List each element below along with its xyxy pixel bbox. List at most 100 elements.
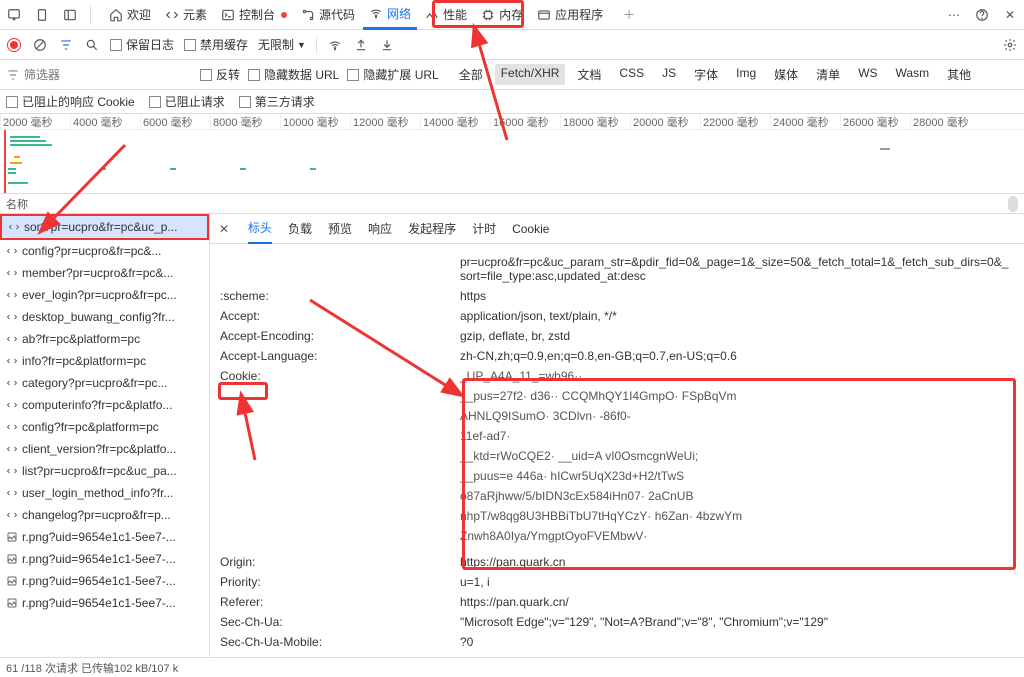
tab-wifi[interactable]: 网络 (363, 0, 417, 30)
block-checkbox[interactable]: 已阻止请求 (149, 93, 225, 110)
throttling-select[interactable]: 无限制▼ (258, 36, 306, 53)
inspect-icon[interactable] (6, 7, 22, 23)
record-button[interactable] (6, 37, 22, 53)
app-icon (537, 8, 551, 22)
header-row: Sec-Ch-Ua:"Microsoft Edge";v="129", "Not… (210, 612, 1024, 632)
request-row[interactable]: r.png?uid=9654e1c1-5ee7-... (0, 548, 209, 570)
divider (316, 37, 317, 53)
detail-tab-3[interactable]: 响应 (368, 214, 392, 244)
chip-其他[interactable]: 其他 (941, 64, 977, 85)
filter-input-wrap[interactable] (6, 68, 84, 82)
hide-data-url-checkbox[interactable]: 隐藏数据 URL (248, 66, 339, 83)
tab-home[interactable]: 欢迎 (103, 0, 157, 30)
more-icon[interactable]: ⋯ (946, 7, 962, 23)
request-row[interactable]: r.png?uid=9654e1c1-5ee7-... (0, 592, 209, 614)
device-icon[interactable] (34, 7, 50, 23)
close-detail-icon[interactable]: ✕ (216, 221, 232, 237)
clear-icon[interactable] (32, 37, 48, 53)
request-row[interactable]: ab?fr=pc&platform=pc (0, 328, 209, 350)
block-checkbox[interactable]: 已阻止的响应 Cookie (6, 93, 135, 110)
chip-文档[interactable]: 文档 (571, 64, 607, 85)
chip-Img[interactable]: Img (730, 64, 762, 85)
tab-source[interactable]: 源代码 (295, 0, 361, 30)
block-options: 已阻止的响应 Cookie 已阻止请求第三方请求 (0, 90, 1024, 114)
timeline-tick: 12000 毫秒 (350, 114, 420, 129)
script-icon (6, 487, 18, 499)
type-filter-chips: 全部 Fetch/XHR文档 CSS JS 字体 Img 媒体清单 WS Wasm其他 (453, 64, 977, 85)
tab-console[interactable]: 控制台 (215, 0, 293, 30)
chip-CSS[interactable]: CSS (613, 64, 650, 85)
chip-JS[interactable]: JS (656, 64, 682, 85)
chip-字体[interactable]: 字体 (688, 64, 724, 85)
header-row: pr=ucpro&fr=pc&uc_param_str=&pdir_fid=0&… (210, 252, 1024, 286)
script-icon (6, 465, 18, 477)
upload-icon[interactable] (353, 37, 369, 53)
detail-tab-1[interactable]: 负载 (288, 214, 312, 244)
panel-icon[interactable] (62, 7, 78, 23)
request-row[interactable]: category?pr=ucpro&fr=pc... (0, 372, 209, 394)
chip-清单[interactable]: 清单 (810, 64, 846, 85)
plus-icon[interactable]: ＋ (621, 7, 637, 23)
wifi-icon (369, 6, 383, 20)
detail-tab-4[interactable]: 发起程序 (408, 214, 456, 244)
script-icon (6, 509, 18, 521)
request-row[interactable]: info?fr=pc&platform=pc (0, 350, 209, 372)
request-row[interactable]: desktop_buwang_config?fr... (0, 306, 209, 328)
request-row[interactable]: ever_login?pr=ucpro&fr=pc... (0, 284, 209, 306)
requests-list[interactable]: sort?pr=ucpro&fr=pc&uc_p...config?pr=ucp… (0, 214, 210, 657)
header-row: Priority:u=1, i (210, 572, 1024, 592)
timeline-tick: 8000 毫秒 (210, 114, 280, 129)
header-row: Referer:https://pan.quark.cn/ (210, 592, 1024, 612)
detail-tab-2[interactable]: 预览 (328, 214, 352, 244)
request-row[interactable]: changelog?pr=ucpro&fr=p... (0, 504, 209, 526)
tab-app[interactable]: 应用程序 (531, 0, 609, 30)
block-checkbox[interactable]: 第三方请求 (239, 93, 315, 110)
chip-Fetch/XHR[interactable]: Fetch/XHR (495, 64, 566, 85)
settings-icon[interactable] (1002, 37, 1018, 53)
request-row[interactable]: list?pr=ucpro&fr=pc&uc_pa... (0, 460, 209, 482)
script-icon (6, 267, 18, 279)
request-row[interactable]: config?fr=pc&platform=pc (0, 416, 209, 438)
request-row[interactable]: client_version?fr=pc&platfo... (0, 438, 209, 460)
keep-log-checkbox[interactable]: 保留日志 (110, 36, 174, 53)
filter-toggle-icon[interactable] (58, 37, 74, 53)
request-row[interactable]: member?pr=ucpro&fr=pc&... (0, 262, 209, 284)
timeline[interactable]: 2000 毫秒4000 毫秒6000 毫秒8000 毫秒10000 毫秒1200… (0, 114, 1024, 194)
chip-Wasm[interactable]: Wasm (890, 64, 936, 85)
hide-ext-url-checkbox[interactable]: 隐藏扩展 URL (347, 66, 438, 83)
request-row[interactable]: r.png?uid=9654e1c1-5ee7-... (0, 570, 209, 592)
request-row[interactable]: sort?pr=ucpro&fr=pc&uc_p... (0, 214, 209, 240)
detail-tab-6[interactable]: Cookie (512, 214, 549, 244)
source-icon (301, 8, 315, 22)
invert-checkbox[interactable]: 反转 (200, 66, 240, 83)
chip-媒体[interactable]: 媒体 (768, 64, 804, 85)
disable-cache-checkbox[interactable]: 禁用缓存 (184, 36, 248, 53)
scrollbar[interactable] (1008, 196, 1018, 212)
detail-tab-5[interactable]: 计时 (472, 214, 496, 244)
script-icon (6, 355, 18, 367)
search-icon[interactable] (84, 37, 100, 53)
chip-WS[interactable]: WS (852, 64, 883, 85)
script-icon (6, 245, 18, 257)
help-icon[interactable] (974, 7, 990, 23)
status-bar: 61 /118 次请求 已传输102 kB/107 k (0, 657, 1024, 677)
timeline-tick: 28000 毫秒 (910, 114, 980, 129)
request-row[interactable]: r.png?uid=9654e1c1-5ee7-... (0, 526, 209, 548)
request-row[interactable]: computerinfo?fr=pc&platfo... (0, 394, 209, 416)
request-row[interactable]: user_login_method_info?fr... (0, 482, 209, 504)
detail-tab-0[interactable]: 标头 (248, 214, 272, 244)
header-row: :scheme:https (210, 286, 1024, 306)
download-icon[interactable] (379, 37, 395, 53)
chip-全部[interactable]: 全部 (453, 64, 489, 85)
script-icon (6, 377, 18, 389)
tab-code[interactable]: 元素 (159, 0, 213, 30)
timeline-tick: 18000 毫秒 (560, 114, 630, 129)
name-column-header[interactable]: 名称 (0, 194, 1024, 214)
request-row[interactable]: config?pr=ucpro&fr=pc&... (0, 240, 209, 262)
close-panel-icon[interactable]: ✕ (1002, 7, 1018, 23)
annotation-box-cookie-key (218, 382, 268, 400)
wifi-icon[interactable] (327, 37, 343, 53)
filter-input[interactable] (24, 68, 84, 82)
script-icon (6, 333, 18, 345)
timeline-tick: 24000 毫秒 (770, 114, 840, 129)
